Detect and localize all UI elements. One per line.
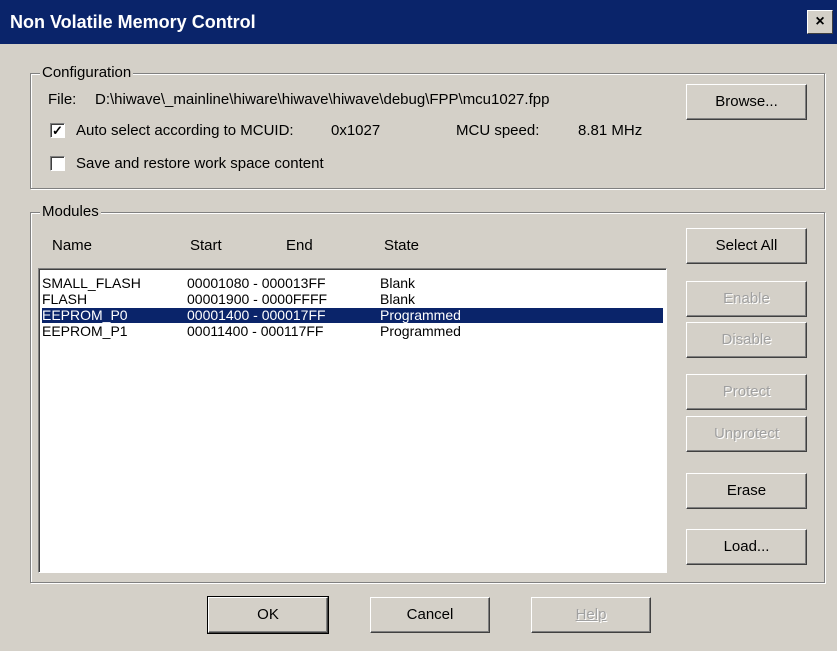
- close-icon: ×: [815, 13, 825, 30]
- unprotect-label: Unprotect: [713, 425, 780, 442]
- save-restore-label: Save and restore work space content: [76, 155, 324, 172]
- mcu-speed-value: 8.81 MHz: [578, 122, 643, 139]
- list-item[interactable]: EEPROM_P1 00011400 - 000117FF Programmed: [42, 324, 663, 339]
- close-button[interactable]: ×: [807, 10, 833, 34]
- mcuid-value: 0x1027: [331, 122, 381, 139]
- file-label: File:: [48, 91, 77, 108]
- ok-button[interactable]: OK: [207, 596, 329, 634]
- disable-button[interactable]: Disable: [686, 322, 807, 358]
- modules-list[interactable]: SMALL_FLASH 00001080 - 000013FF Blank FL…: [38, 268, 667, 573]
- module-range: 00001080 - 000013FF: [187, 275, 326, 291]
- select-all-button[interactable]: Select All: [686, 228, 807, 264]
- cancel-button[interactable]: Cancel: [370, 597, 490, 633]
- load-label: Load...: [723, 538, 770, 555]
- load-button[interactable]: Load...: [686, 529, 807, 565]
- enable-button[interactable]: Enable: [686, 281, 807, 317]
- column-header-start: Start: [190, 237, 222, 254]
- enable-label: Enable: [723, 290, 770, 307]
- erase-label: Erase: [726, 482, 767, 499]
- module-range: 00001900 - 0000FFFF: [187, 291, 328, 307]
- file-path: D:\hiwave\_mainline\hiware\hiwave\hiwave…: [95, 91, 550, 108]
- protect-button[interactable]: Protect: [686, 374, 807, 410]
- module-name: EEPROM_P0: [42, 307, 128, 323]
- list-item[interactable]: SMALL_FLASH 00001080 - 000013FF Blank: [42, 276, 663, 291]
- browse-button-label: Browse...: [715, 93, 778, 110]
- module-range: 00001400 - 000017FF: [187, 307, 326, 323]
- browse-button[interactable]: Browse...: [686, 84, 807, 120]
- module-state: Blank: [380, 291, 416, 307]
- window-title: Non Volatile Memory Control: [10, 12, 256, 32]
- auto-select-checkbox[interactable]: ✓: [50, 123, 65, 138]
- configuration-legend: Configuration: [40, 64, 134, 81]
- list-item-selected[interactable]: EEPROM_P0 00001400 - 000017FF Programmed: [42, 308, 663, 323]
- checkmark-icon: ✓: [52, 123, 63, 138]
- modules-legend: Modules: [40, 203, 101, 220]
- module-state: Blank: [380, 275, 416, 291]
- column-header-name: Name: [52, 237, 93, 254]
- disable-label: Disable: [721, 331, 772, 348]
- column-header-state: State: [384, 237, 420, 254]
- select-all-label: Select All: [715, 237, 778, 254]
- module-name: SMALL_FLASH: [42, 275, 141, 291]
- help-button[interactable]: Help: [531, 597, 651, 633]
- protect-label: Protect: [722, 383, 771, 400]
- save-restore-checkbox[interactable]: [50, 156, 65, 171]
- module-name: EEPROM_P1: [42, 323, 128, 339]
- mcu-speed-label: MCU speed:: [456, 122, 540, 139]
- column-header-end: End: [286, 237, 313, 254]
- module-state: Programmed: [380, 323, 461, 339]
- auto-select-label: Auto select according to MCUID:: [76, 122, 294, 139]
- module-name: FLASH: [42, 291, 88, 307]
- help-label: Help: [575, 606, 607, 623]
- unprotect-button[interactable]: Unprotect: [686, 416, 807, 452]
- ok-label: OK: [257, 606, 279, 623]
- module-state: Programmed: [380, 307, 461, 323]
- cancel-label: Cancel: [406, 606, 454, 623]
- list-item[interactable]: FLASH 00001900 - 0000FFFF Blank: [42, 292, 663, 307]
- module-range: 00011400 - 000117FF: [187, 323, 324, 339]
- erase-button[interactable]: Erase: [686, 473, 807, 509]
